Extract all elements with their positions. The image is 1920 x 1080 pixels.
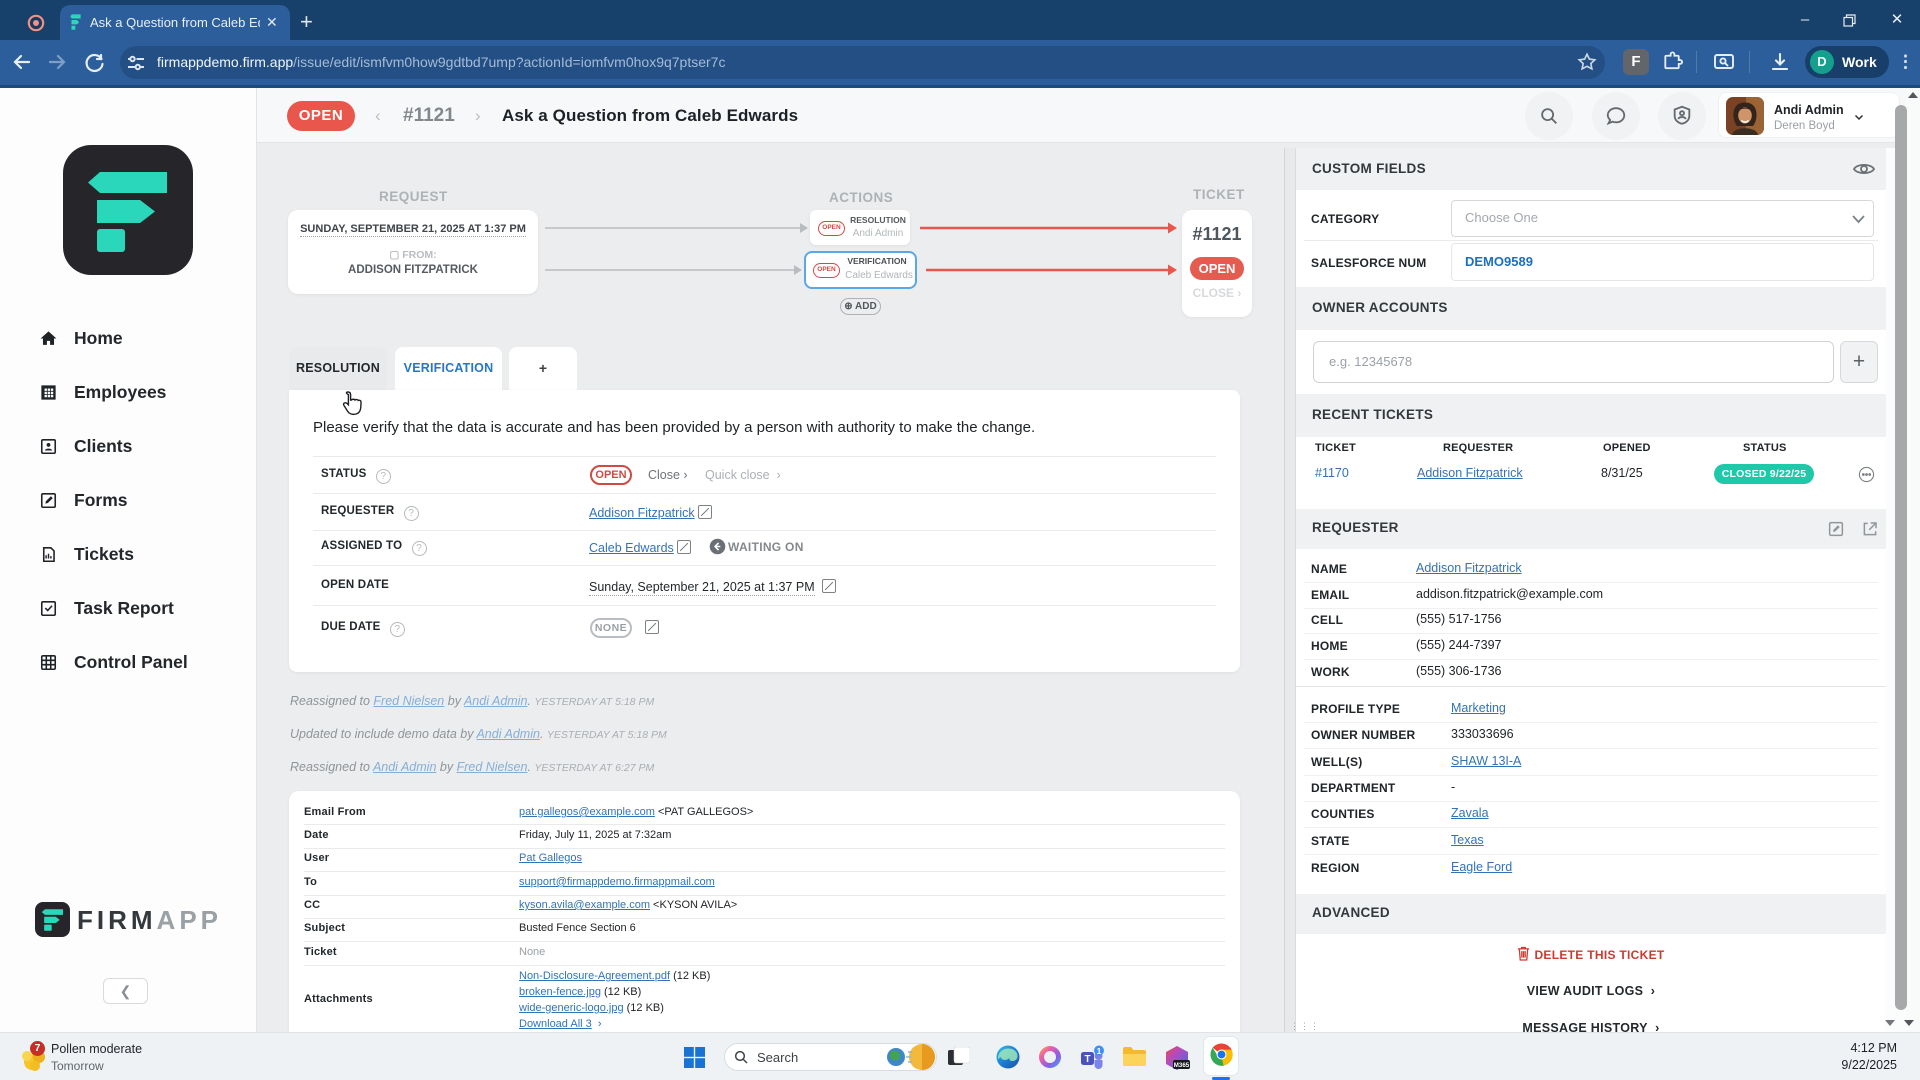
svg-text:1: 1 — [1097, 1046, 1102, 1056]
svg-text:T: T — [1084, 1054, 1090, 1065]
svg-text:M365: M365 — [1174, 1062, 1190, 1069]
